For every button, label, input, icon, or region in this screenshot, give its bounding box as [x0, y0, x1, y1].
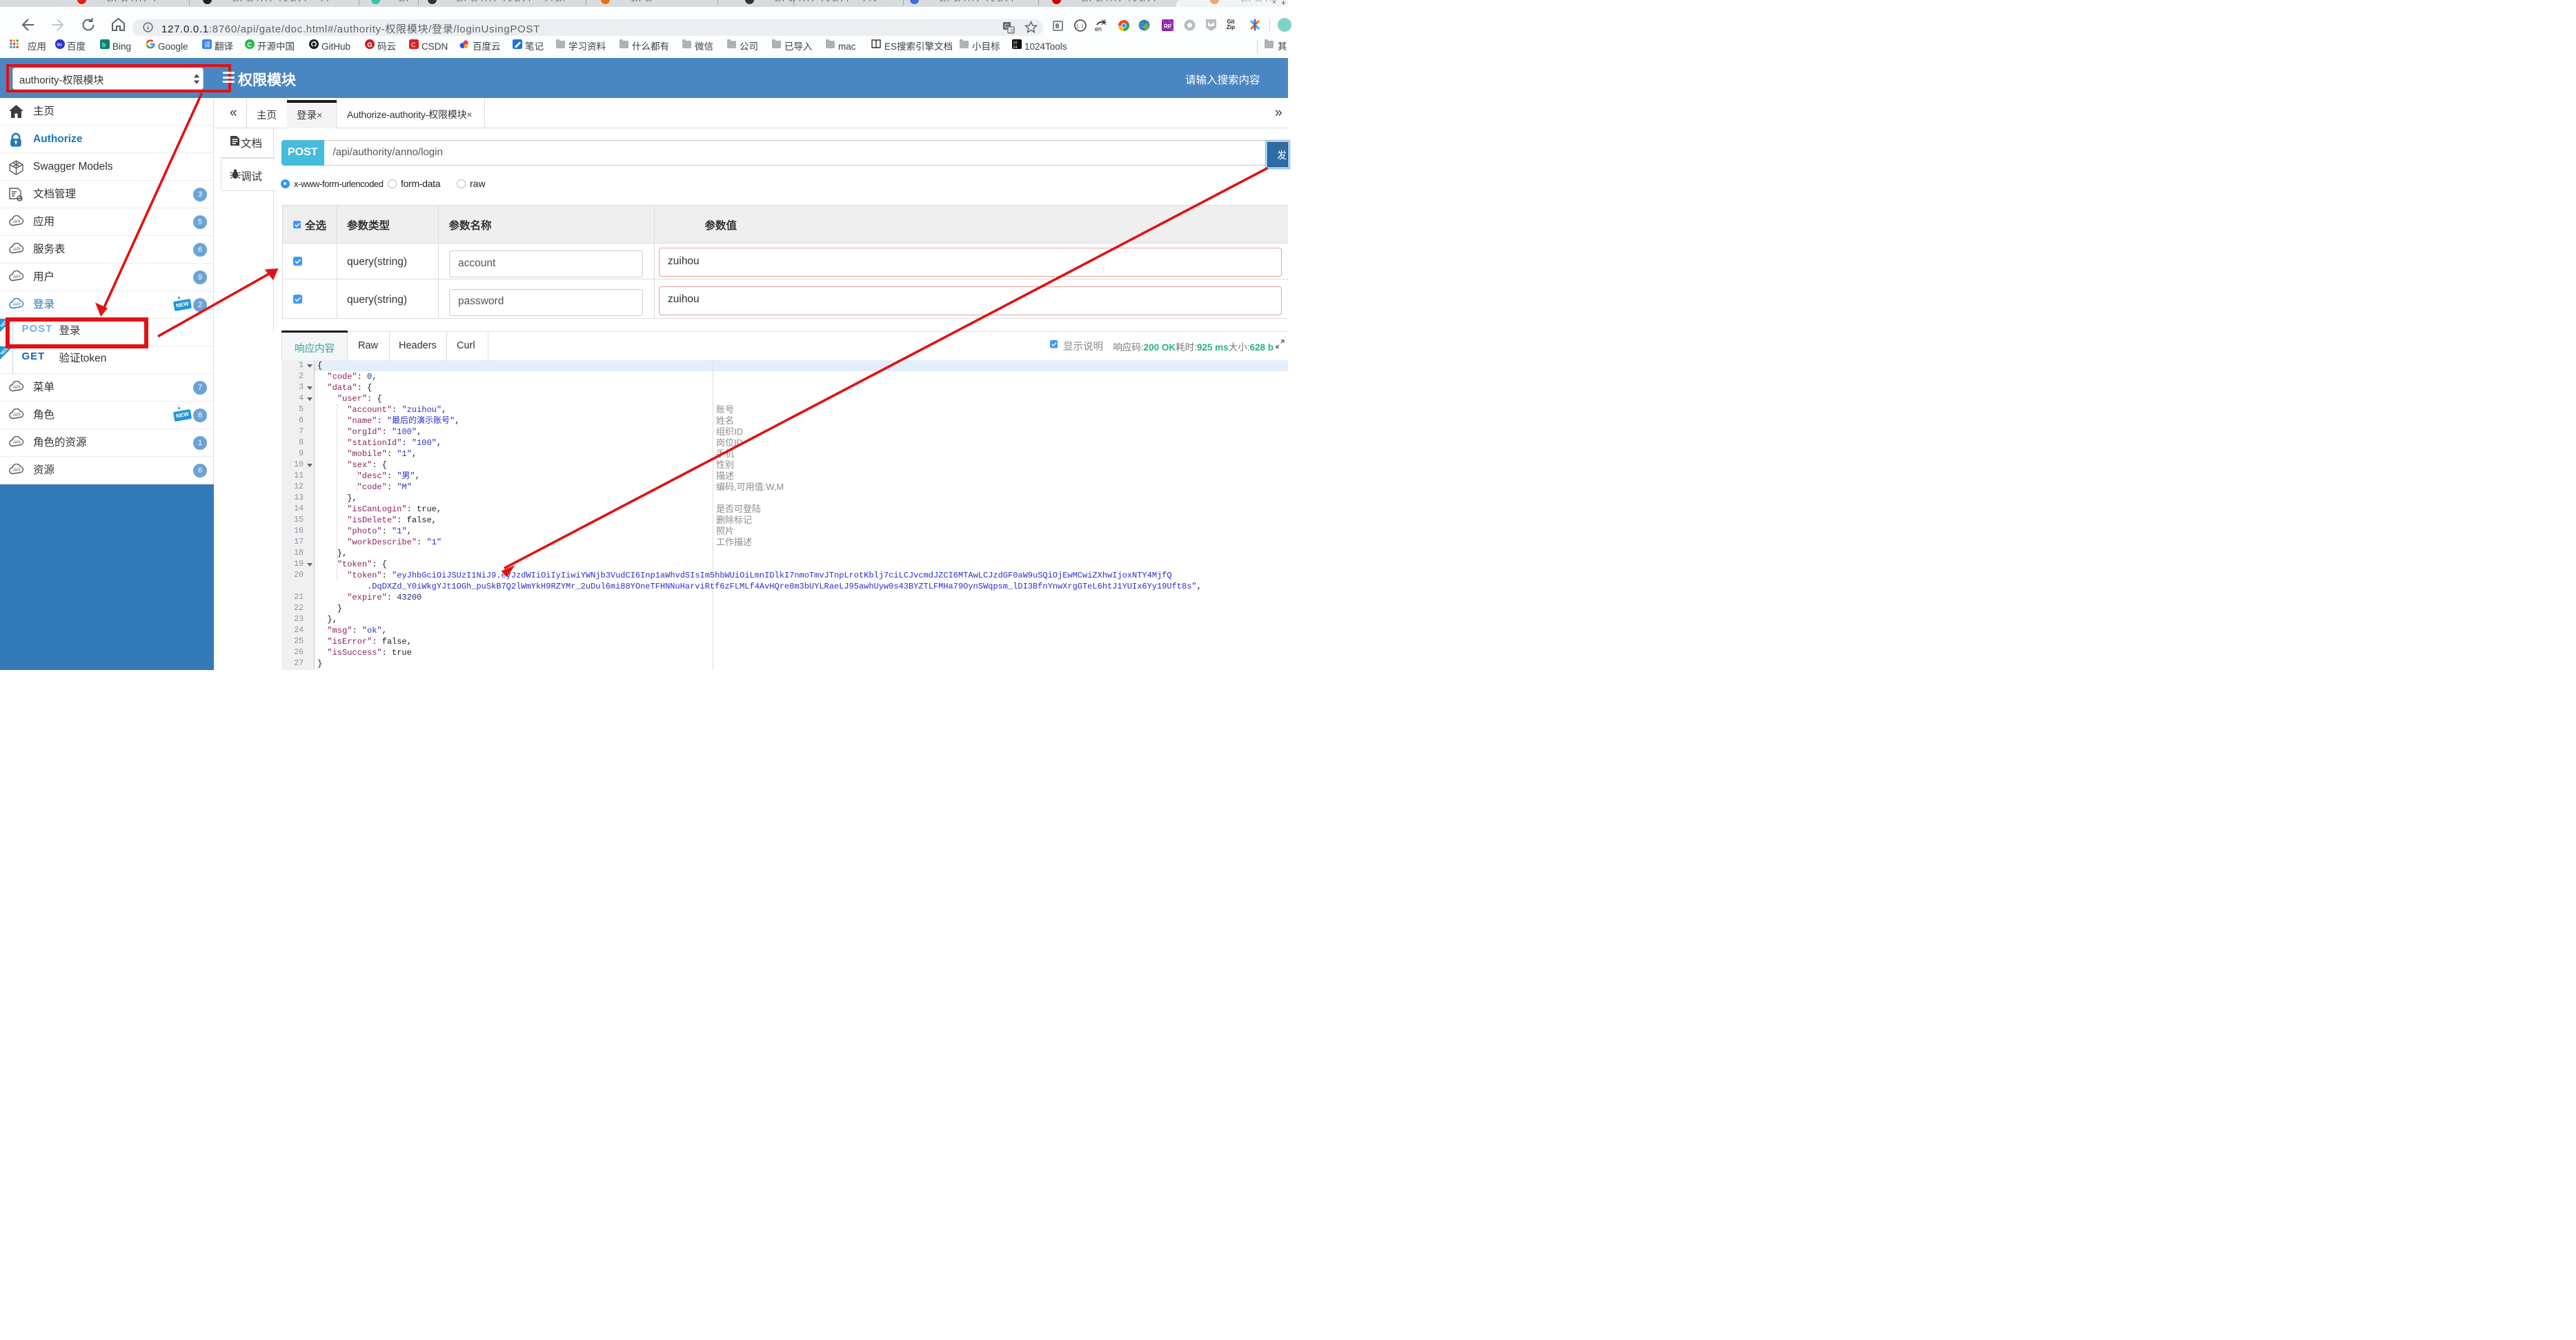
svg-text:API: API	[12, 219, 21, 224]
svg-text:文: 文	[1009, 28, 1014, 34]
svg-text:RP: RP	[1164, 23, 1172, 30]
svg-text:24: 24	[1013, 46, 1018, 49]
svg-text:API: API	[12, 302, 21, 307]
svg-text:C: C	[247, 41, 252, 49]
svg-text:b: b	[102, 41, 106, 48]
svg-text:API: API	[12, 413, 21, 417]
svg-text:du: du	[57, 43, 63, 48]
svg-text:API: API	[12, 275, 21, 279]
svg-text:{...}: {...}	[1077, 24, 1084, 29]
svg-text:API: API	[12, 440, 21, 445]
svg-text:译: 译	[204, 41, 210, 48]
svg-text:API: API	[12, 247, 21, 252]
svg-text:API: API	[12, 385, 21, 390]
svg-text:API: API	[12, 468, 21, 473]
svg-text:en: en	[1095, 26, 1102, 32]
svg-text:10: 10	[1013, 41, 1018, 46]
svg-text:G: G	[367, 41, 372, 49]
svg-text:C: C	[411, 41, 416, 48]
